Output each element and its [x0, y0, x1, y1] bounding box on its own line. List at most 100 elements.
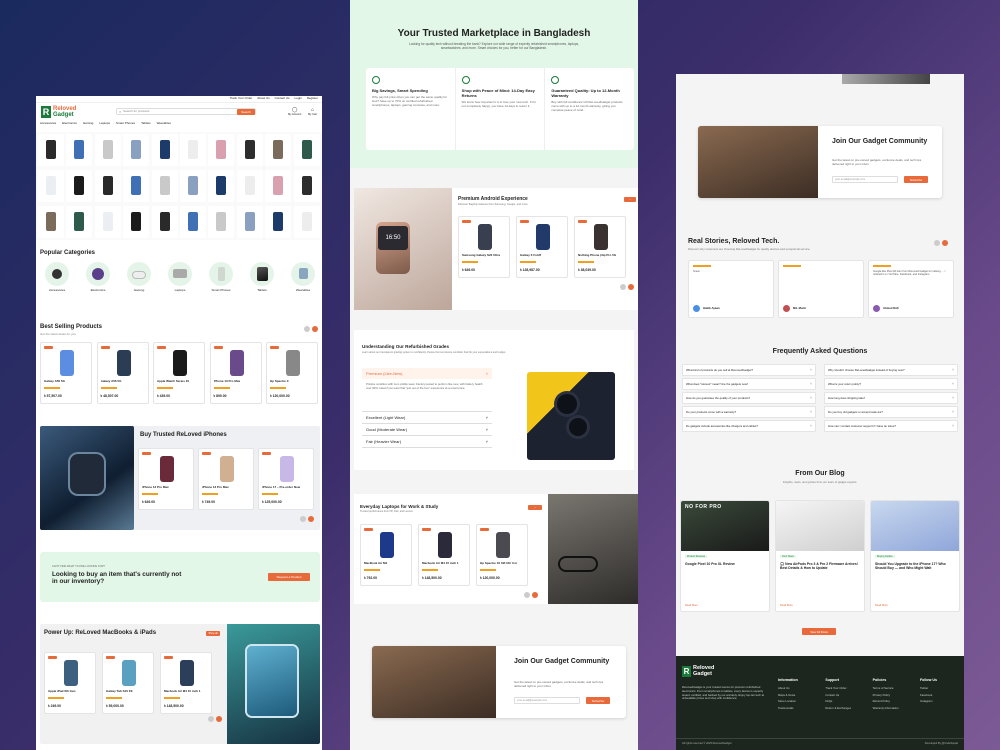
hero-product-tile[interactable] — [293, 206, 320, 238]
prev-arrow-icon[interactable] — [524, 592, 530, 598]
product-card[interactable]: Galaxy A56 5G ৳ 57,507.00 — [40, 342, 92, 404]
prev-arrow-icon[interactable] — [300, 516, 306, 522]
next-arrow-icon[interactable] — [628, 284, 634, 290]
footer-link[interactable]: Testimonials — [778, 706, 820, 710]
hero-product-tile[interactable] — [236, 170, 263, 202]
subscribe-button[interactable]: Subscribe — [586, 697, 610, 704]
hero-product-tile[interactable] — [236, 134, 263, 166]
cart-button[interactable]: ⌂ My Cart — [308, 107, 317, 116]
product-card[interactable]: Nothing Phone (3a) Pro 5G ৳ 38,039.00 — [574, 216, 626, 278]
email-input[interactable]: your-email@example.com — [832, 176, 898, 183]
footer-link[interactable]: Warranty Information — [873, 706, 915, 710]
hero-product-tile[interactable] — [180, 170, 206, 202]
nav-wearables[interactable]: Wearables — [157, 121, 171, 126]
faq-item[interactable]: Do you buy old gadgets or accept trade-i… — [824, 406, 958, 418]
prev-arrow-icon[interactable] — [620, 284, 626, 290]
shop-all-button[interactable]: Shop all — [206, 631, 220, 636]
hero-product-tile[interactable] — [94, 134, 121, 166]
grade-fair[interactable]: Fair (Heavier Wear) ˅ — [362, 435, 492, 448]
laptops-shop-button[interactable]: › — [528, 505, 542, 510]
category-accessories[interactable]: Accessories — [40, 262, 74, 293]
hero-product-tile[interactable] — [66, 134, 93, 166]
android-shop-button[interactable]: › — [624, 197, 636, 202]
hero-product-tile[interactable] — [151, 134, 178, 166]
footer-link[interactable]: FAQs — [825, 699, 867, 703]
faq-item[interactable]: What kind of products do you sell at ReL… — [682, 364, 816, 376]
category-laptops[interactable]: Laptops — [163, 262, 197, 293]
faq-item[interactable]: Why should I choose ReLovedGadget instea… — [824, 364, 958, 376]
hero-product-tile[interactable] — [66, 206, 93, 238]
request-product-button[interactable]: Request a Product — [268, 573, 310, 581]
hero-product-tile[interactable] — [293, 134, 320, 166]
product-card[interactable]: iPhone 13 Pro Max ৳ 749.00 — [198, 448, 254, 510]
footer-link[interactable]: About Us — [778, 686, 820, 690]
footer-logo[interactable]: R Reloved Gadget — [682, 665, 714, 677]
faq-item[interactable]: Do gadgets include accessories like char… — [682, 420, 816, 432]
category-gaming[interactable]: Gaming — [122, 262, 156, 293]
footer-link[interactable]: Maps & News — [778, 693, 820, 697]
nav-laptops[interactable]: Laptops — [99, 121, 110, 126]
product-card[interactable]: Galaxy Tab S10 FE ৳ 59,000.00 — [102, 652, 154, 714]
faq-item[interactable]: Do your products come with a warranty? ˅ — [682, 406, 816, 418]
faq-item[interactable]: How can I contact customer support if I … — [824, 420, 958, 432]
next-arrow-icon[interactable] — [308, 516, 314, 522]
category-tablets[interactable]: Tablets — [245, 262, 279, 293]
blog-card[interactable]: NO FOR PRO Product Reviews Google Pixel 10… — [680, 500, 770, 612]
footer-link[interactable]: Privacy Policy — [873, 693, 915, 697]
footer-link[interactable]: Refund Policy — [873, 699, 915, 703]
next-arrow-icon[interactable] — [532, 592, 538, 598]
track-order-link[interactable]: Track Your Order — [230, 96, 253, 101]
footer-link[interactable]: Track Your Order — [825, 686, 867, 690]
product-card[interactable]: iPhone 13 Pro Max ৳ 890.00 — [209, 342, 262, 404]
product-card[interactable]: Galaxy A56 5G ৳ 48,507.00 — [96, 342, 149, 404]
nav-tablets[interactable]: Tablets — [141, 121, 151, 126]
hero-product-tile[interactable] — [208, 170, 235, 202]
subscribe-button[interactable]: Subscribe — [904, 176, 928, 183]
product-card[interactable]: Hp Spectre 16 X2I Ultr Cor ৳ 120,000.00 — [476, 524, 528, 586]
hero-product-tile[interactable] — [208, 134, 235, 166]
account-button[interactable]: ◯ My Account — [288, 107, 301, 116]
product-card[interactable]: iPhone 13 Pro Max ৳ 649.00 — [138, 448, 194, 510]
read-more-link[interactable]: Read More — [780, 604, 793, 607]
product-card[interactable]: iPhone 17 – Pre-order Now ৳ 125,000.00 — [258, 448, 314, 510]
footer-link[interactable]: Store Location — [778, 699, 820, 703]
next-arrow-icon[interactable] — [312, 326, 318, 332]
product-card[interactable]: Samsung Galaxy S22 Ultra ৳ 649.00 — [458, 216, 510, 278]
read-more-link[interactable]: Read More — [875, 604, 888, 607]
footer-link[interactable]: Return & Exchanges — [825, 706, 867, 710]
logo[interactable]: R Reloved Gadget — [41, 106, 76, 118]
faq-item[interactable]: How do you guarantee the quality of your… — [682, 392, 816, 404]
footer-link[interactable]: Instagram — [920, 699, 962, 703]
hero-product-tile[interactable] — [38, 206, 64, 238]
hero-product-tile[interactable] — [66, 170, 93, 202]
footer-link[interactable]: Contact Us — [825, 693, 867, 697]
hero-product-tile[interactable] — [293, 170, 320, 202]
category-smartphones[interactable]: Smart Phones — [204, 262, 238, 293]
email-input[interactable]: your-email@example.com — [514, 697, 580, 704]
hero-product-tile[interactable] — [123, 134, 150, 166]
search-button[interactable]: Search — [237, 108, 255, 115]
hero-product-tile[interactable] — [151, 206, 178, 238]
product-card[interactable]: Hp Spectre X ৳ 120,000.00 — [266, 342, 318, 404]
hero-product-tile[interactable] — [94, 170, 121, 202]
hero-product-tile[interactable] — [265, 206, 292, 238]
about-link[interactable]: About Us — [257, 96, 269, 101]
faq-item[interactable]: What does "reloved" mean? Are the gadget… — [682, 378, 816, 390]
product-card[interactable]: Macbook Air M4 15 inch 1 ৳ 148,500.00 — [160, 652, 212, 714]
hero-product-tile[interactable] — [180, 206, 206, 238]
read-more-link[interactable]: Read More — [685, 604, 698, 607]
hero-product-tile[interactable] — [38, 170, 64, 202]
nav-accessories[interactable]: Accessories — [40, 121, 56, 126]
product-card[interactable]: Apple iPad 6th Gen ৳ 249.00 — [44, 652, 96, 714]
hero-product-tile[interactable] — [236, 206, 263, 238]
hero-product-tile[interactable] — [94, 206, 121, 238]
footer-link[interactable]: Twitter — [920, 686, 962, 690]
hero-product-tile[interactable] — [208, 206, 235, 238]
prev-arrow-icon[interactable] — [934, 240, 940, 246]
footer-link[interactable]: Terms of Service — [873, 686, 915, 690]
search-input[interactable]: Search for products — [123, 109, 237, 114]
category-electronics[interactable]: Electronics — [81, 262, 115, 293]
grade-excellent[interactable]: Excellent (Light Wear) ˅ — [362, 411, 492, 423]
faq-item[interactable]: What is your return policy? ˅ — [824, 378, 958, 390]
blog-card[interactable]: Buying Guides Should You Upgrade to the i… — [870, 500, 960, 612]
